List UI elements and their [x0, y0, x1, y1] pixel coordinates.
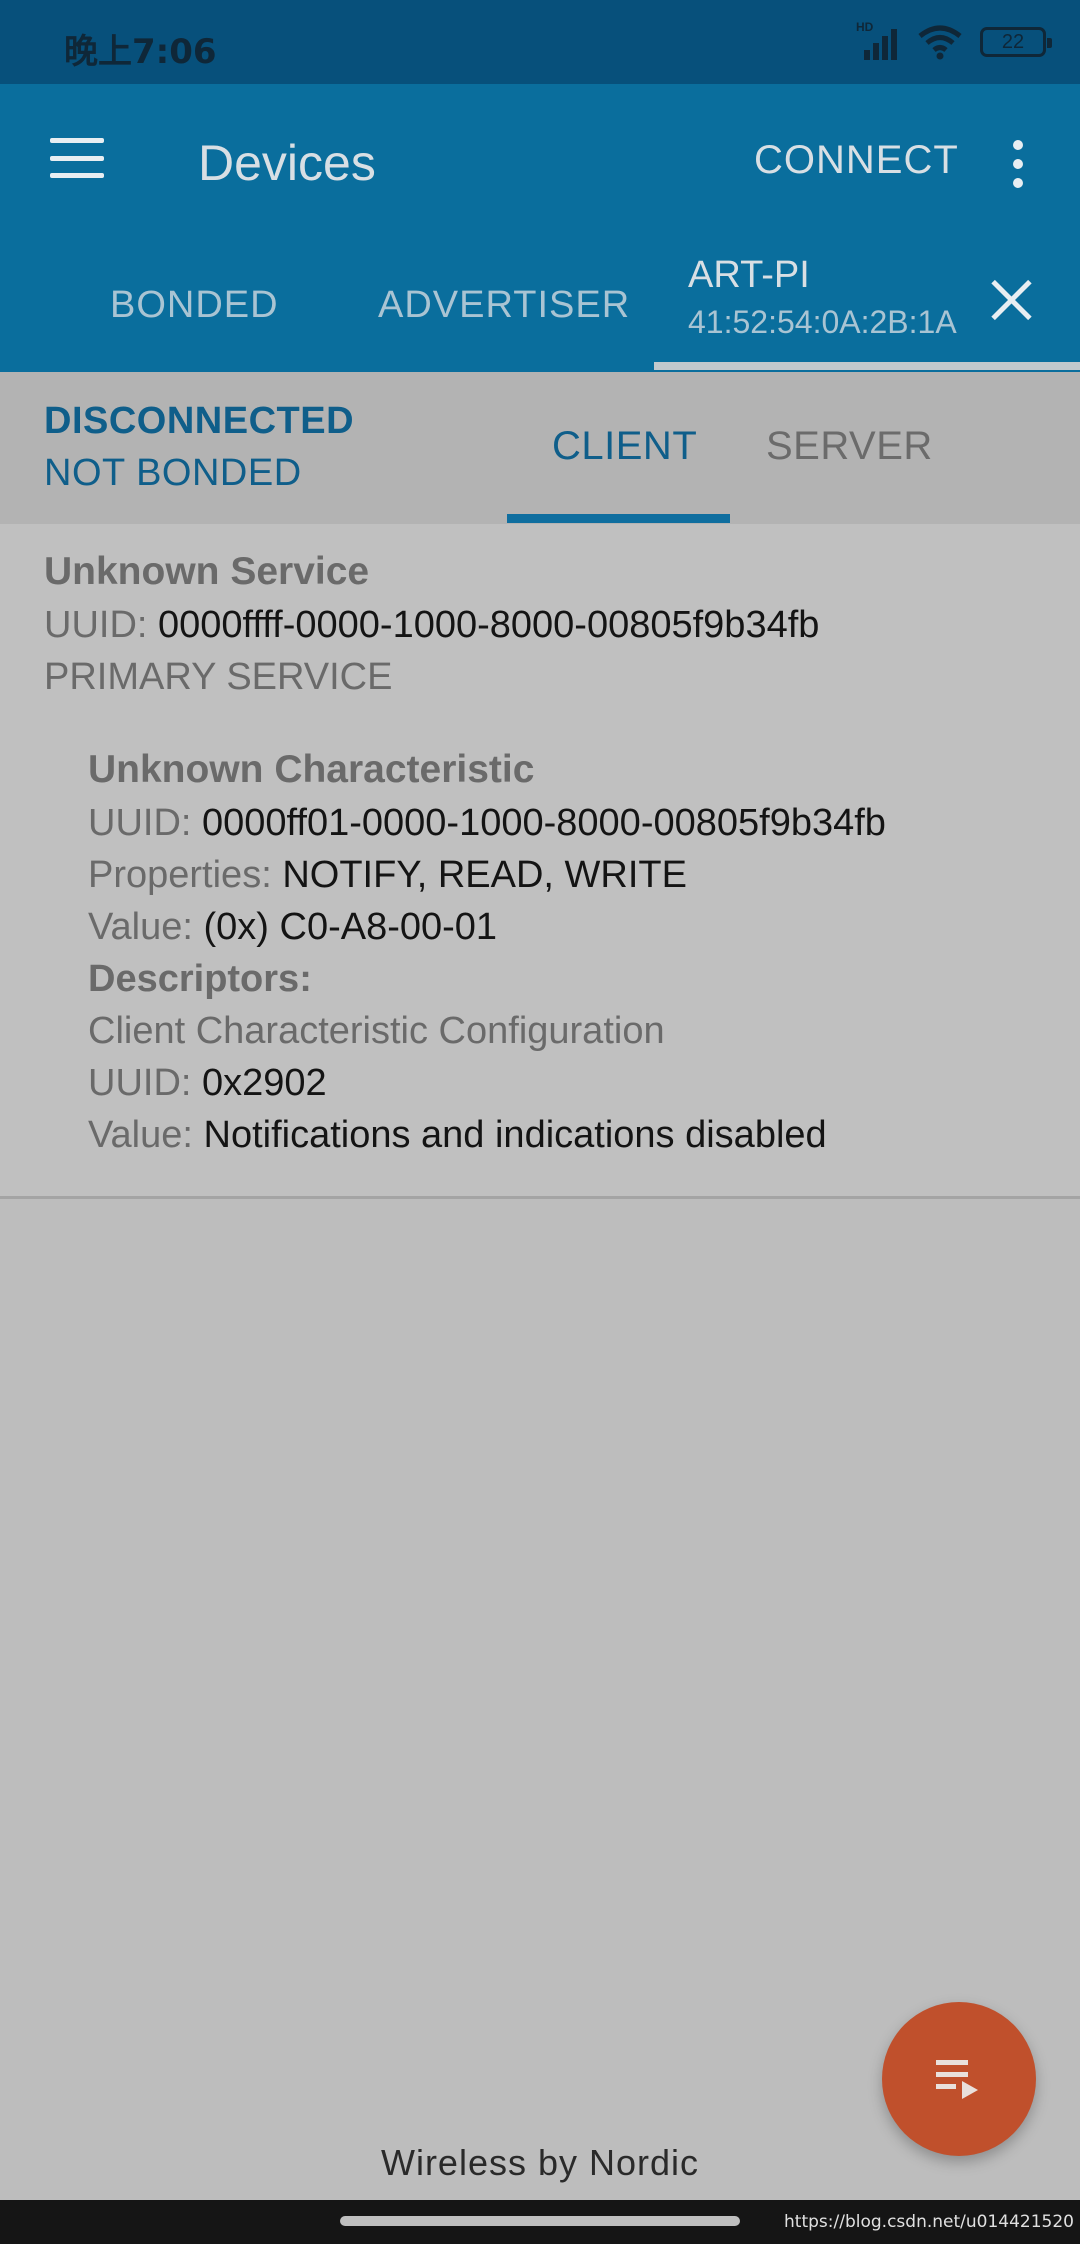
- close-icon[interactable]: [990, 278, 1032, 320]
- tab-client[interactable]: CLIENT: [552, 424, 697, 469]
- connect-button[interactable]: CONNECT: [754, 138, 959, 183]
- tab-advertiser[interactable]: ADVERTISER: [378, 284, 630, 327]
- battery-level: 22: [1001, 31, 1025, 53]
- descriptor-name: Client Characteristic Configuration: [88, 1010, 665, 1052]
- device-address: 41:52:54:0A:2B:1A: [688, 304, 957, 340]
- descriptor-value-row: Value: Notifications and indications dis…: [88, 1114, 827, 1157]
- footer-brand: Wireless by Nordic: [380, 2142, 700, 2183]
- wifi-icon: [918, 25, 962, 60]
- status-bar: 晚上7:06 HD 22: [0, 0, 1080, 84]
- tab-server[interactable]: SERVER: [766, 424, 933, 469]
- value-label: Value:: [88, 906, 193, 948]
- home-handle[interactable]: [340, 2216, 740, 2226]
- properties-value: NOTIFY, READ, WRITE: [282, 854, 687, 896]
- device-name: ART-PI: [688, 254, 810, 296]
- descriptors-heading: Descriptors:: [88, 958, 312, 1000]
- page-title: Devices: [198, 135, 376, 191]
- tab-device[interactable]: ART-PI 41:52:54:0A:2B:1A: [654, 254, 1080, 372]
- service-list: Unknown Service UUID: 0000ffff-0000-1000…: [0, 524, 1080, 1199]
- uuid-label: UUID:: [88, 1062, 192, 1104]
- descriptor-uuid-row: UUID: 0x2902: [88, 1062, 327, 1105]
- properties-row: Properties: NOTIFY, READ, WRITE: [88, 854, 687, 897]
- app-bar: Devices CONNECT BONDED ADVERTISER ART-PI…: [0, 84, 1080, 372]
- menu-icon[interactable]: [50, 138, 104, 178]
- status-icons: HD 22: [856, 20, 1052, 62]
- descriptor-uuid: 0x2902: [202, 1062, 327, 1104]
- signal-icon: HD: [856, 20, 900, 60]
- uuid-label: UUID:: [44, 604, 148, 646]
- hd-label: HD: [856, 20, 874, 34]
- uuid-label: UUID:: [88, 802, 192, 844]
- properties-label: Properties:: [88, 854, 272, 896]
- descriptor-value: Notifications and indications disabled: [203, 1114, 827, 1156]
- battery-icon: 22: [980, 27, 1052, 57]
- more-options-icon[interactable]: [1008, 140, 1028, 188]
- log-fab-button[interactable]: [882, 2002, 1036, 2156]
- service-name: Unknown Service: [44, 550, 370, 593]
- bond-state: NOT BONDED: [44, 452, 302, 494]
- watermark: https://blog.csdn.net/u014421520: [784, 2212, 1074, 2232]
- characteristic-uuid-row: UUID: 0000ff01-0000-1000-8000-00805f9b34…: [88, 802, 886, 845]
- navigation-bar: https://blog.csdn.net/u014421520: [0, 2200, 1080, 2244]
- characteristic-name: Unknown Characteristic: [88, 748, 535, 791]
- log-list-icon: [936, 2060, 978, 2099]
- tab-indicator: [654, 362, 1080, 370]
- status-time: 晚上7:06: [64, 32, 217, 72]
- service-uuid-row: UUID: 0000ffff-0000-1000-8000-00805f9b34…: [44, 604, 819, 647]
- connection-bar: DISCONNECTED NOT BONDED CLIENT SERVER: [0, 372, 1080, 524]
- value-label: Value:: [88, 1114, 193, 1156]
- service-uuid: 0000ffff-0000-1000-8000-00805f9b34fb: [158, 604, 820, 646]
- characteristic-uuid: 0000ff01-0000-1000-8000-00805f9b34fb: [202, 802, 886, 844]
- value-row: Value: (0x) C0-A8-00-01: [88, 906, 497, 949]
- client-tab-indicator: [507, 514, 730, 523]
- service-type: PRIMARY SERVICE: [44, 656, 393, 698]
- connection-state: DISCONNECTED: [44, 400, 355, 442]
- characteristic-value: (0x) C0-A8-00-01: [203, 906, 498, 948]
- tab-bonded[interactable]: BONDED: [110, 284, 279, 327]
